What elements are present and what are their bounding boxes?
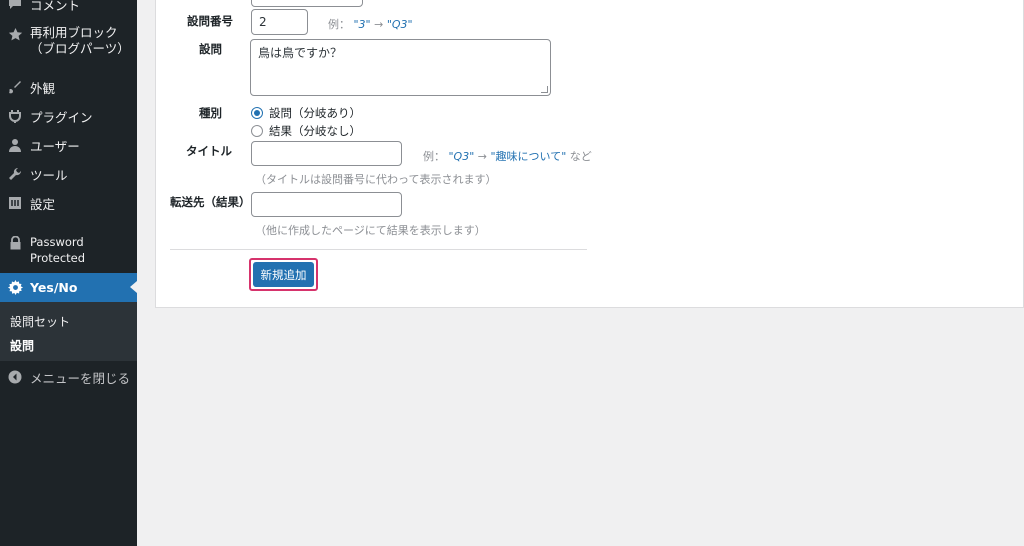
type-label: 種別 bbox=[199, 106, 222, 120]
radio-unchecked-icon[interactable] bbox=[251, 125, 263, 137]
label-line2: Protected bbox=[30, 251, 86, 265]
yes-no-submenu: 設問セット 設問 bbox=[0, 302, 137, 361]
wrench-icon bbox=[7, 166, 23, 182]
form-divider bbox=[170, 249, 587, 250]
sidebar-item-label: コメント bbox=[30, 0, 81, 13]
title-note: （タイトルは設問番号に代わって表示されます） bbox=[255, 173, 497, 186]
question-text-area[interactable]: 鳥は鳥ですか？ bbox=[250, 39, 551, 96]
active-indicator bbox=[130, 281, 137, 293]
sidebar-item-label: プラグイン bbox=[30, 109, 93, 125]
submenu-item-question-sets[interactable]: 設問セット bbox=[10, 313, 70, 330]
question-text-label: 設問 bbox=[199, 42, 222, 56]
comment-icon bbox=[7, 0, 23, 12]
previous-field-input[interactable] bbox=[251, 0, 363, 7]
label-line1: Password bbox=[30, 235, 84, 249]
admin-sidebar: コメント 再利用ブロック （ブログパーツ） 外観 プラグイン ユーザー ツール bbox=[0, 0, 137, 546]
sidebar-item-tools[interactable]: ツール bbox=[0, 160, 137, 188]
hint-example-b: "Q3" bbox=[386, 18, 413, 31]
title-label: タイトル bbox=[186, 144, 232, 158]
plugin-icon bbox=[7, 108, 23, 124]
type-option-result[interactable]: 結果（分岐なし） bbox=[251, 123, 361, 139]
sidebar-item-yes-no[interactable]: Yes/No bbox=[0, 273, 137, 302]
settings-icon bbox=[7, 195, 23, 211]
collapse-arrow-icon bbox=[7, 369, 23, 385]
sidebar-item-label: 再利用ブロック （ブログパーツ） bbox=[30, 25, 130, 57]
label-line1: 再利用ブロック bbox=[30, 25, 118, 40]
lock-icon bbox=[7, 235, 23, 251]
hint-example-a: "3" bbox=[353, 18, 371, 31]
sidebar-item-label: Password Protected bbox=[30, 234, 85, 266]
submenu-item-questions[interactable]: 設問 bbox=[10, 337, 34, 354]
sidebar-item-comments[interactable]: コメント bbox=[0, 0, 137, 18]
sidebar-item-password-protected[interactable]: Password Protected bbox=[0, 233, 137, 267]
sidebar-item-plugins[interactable]: プラグイン bbox=[0, 102, 137, 130]
question-number-hint: 例： "3" → "Q3" bbox=[328, 16, 413, 32]
hint-prefix: 例： bbox=[423, 150, 445, 163]
gear-icon bbox=[7, 280, 23, 296]
paintbrush-icon bbox=[7, 79, 23, 95]
resize-grip-icon[interactable] bbox=[541, 86, 548, 93]
sidebar-item-reusable-blocks[interactable]: 再利用ブロック （ブログパーツ） bbox=[0, 24, 137, 58]
hint-example-b: "趣味について" bbox=[490, 150, 567, 163]
hint-suffix: など bbox=[569, 150, 592, 163]
hint-arrow: → bbox=[474, 150, 491, 163]
type-option-branch[interactable]: 設問（分岐あり） bbox=[251, 105, 361, 121]
question-number-input[interactable] bbox=[251, 9, 308, 35]
sidebar-item-users[interactable]: ユーザー bbox=[0, 131, 137, 159]
redirect-note: （他に作成したページにて結果を表示します） bbox=[255, 224, 486, 237]
sidebar-item-appearance[interactable]: 外観 bbox=[0, 73, 137, 101]
hint-arrow: → bbox=[370, 18, 387, 31]
sidebar-item-label: ツール bbox=[30, 167, 68, 183]
star-icon bbox=[7, 26, 23, 42]
label-line2: （ブログパーツ） bbox=[30, 41, 130, 56]
sidebar-item-label: 設定 bbox=[30, 196, 56, 212]
hint-prefix: 例： bbox=[328, 18, 350, 31]
type-option-label: 設問（分岐あり） bbox=[269, 106, 361, 120]
sidebar-item-label: Yes/No bbox=[30, 280, 78, 295]
add-new-button[interactable]: 新規追加 bbox=[253, 262, 314, 287]
sidebar-item-label: ユーザー bbox=[30, 138, 80, 154]
hint-example-a: "Q3" bbox=[448, 150, 475, 163]
question-number-label: 設問番号 bbox=[187, 14, 233, 28]
collapse-menu-label: メニューを閉じる bbox=[30, 370, 131, 386]
redirect-label: 転送先（結果） bbox=[170, 195, 251, 209]
title-input[interactable] bbox=[251, 141, 402, 166]
radio-checked-icon[interactable] bbox=[251, 107, 263, 119]
user-icon bbox=[7, 137, 23, 153]
redirect-input[interactable] bbox=[251, 192, 402, 217]
title-hint: 例： "Q3" → "趣味について" など bbox=[423, 148, 592, 164]
type-option-label: 結果（分岐なし） bbox=[269, 124, 361, 138]
collapse-menu-button[interactable]: メニューを閉じる bbox=[0, 363, 137, 391]
question-text-value: 鳥は鳥ですか？ bbox=[258, 46, 343, 60]
sidebar-item-settings[interactable]: 設定 bbox=[0, 189, 137, 217]
sidebar-item-label: 外観 bbox=[30, 80, 56, 96]
